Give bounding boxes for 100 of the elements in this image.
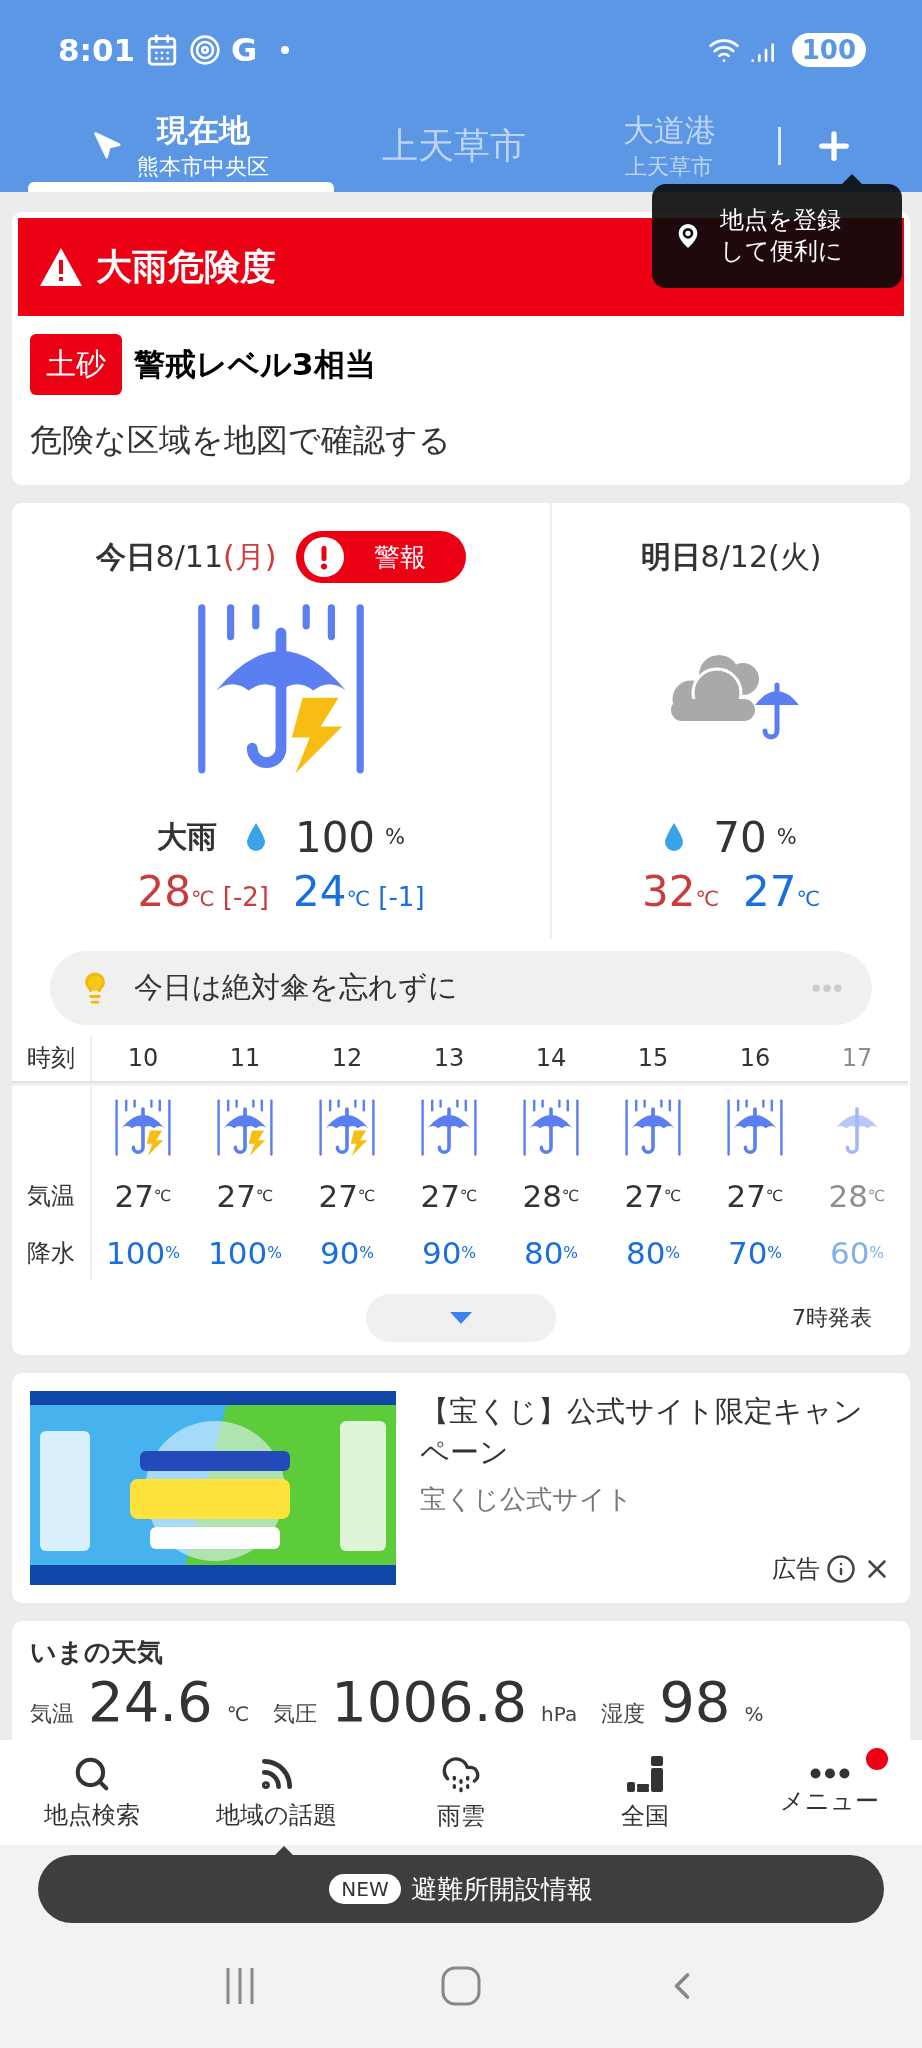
rain-icon <box>421 1099 477 1156</box>
rain-icon <box>319 1099 375 1156</box>
hourly-precip: 60% <box>828 1234 886 1273</box>
hourly-temp: 28℃ <box>521 1177 581 1216</box>
precip-chance: 100 % <box>294 812 406 862</box>
umbrella-icon <box>121 1107 165 1154</box>
recent-apps-icon <box>225 1965 256 2006</box>
low-temp: 27℃ <box>743 867 821 916</box>
hourly-temp: 27℃ <box>317 1177 377 1216</box>
caret-icon <box>450 1312 472 1324</box>
day-date: 今日8/11(月) <box>95 537 277 576</box>
status-time: 8:01 <box>58 32 136 68</box>
rain-icon <box>727 1099 783 1156</box>
high-temp: 32℃ <box>641 867 719 916</box>
umbrella-icon <box>325 1107 369 1154</box>
tip-bar[interactable]: 今日は絶対傘を忘れずに <box>50 951 872 1025</box>
lightning-icon <box>350 1130 368 1156</box>
category-badge: 土砂 <box>30 334 122 395</box>
more-icon <box>812 983 842 993</box>
high-temp: 28℃ [-2] <box>137 867 269 916</box>
hour-label: 13 <box>432 1043 466 1074</box>
precip-chance: 70 % <box>713 812 797 862</box>
hourly-temp: 27℃ <box>419 1177 479 1216</box>
weather-name: 大雨 <box>156 817 217 856</box>
umbrella-icon <box>835 1107 879 1154</box>
blocks-icon <box>625 1753 666 1794</box>
alert-level: 警戒レベル3相当 <box>134 344 376 384</box>
cloud-icon <box>669 655 759 721</box>
reading-unit: ℃ <box>226 1702 250 1727</box>
umbrella-icon <box>755 682 799 740</box>
hour-label: 16 <box>738 1043 772 1074</box>
rain-icon <box>115 1099 171 1156</box>
status-letter: G <box>231 31 258 69</box>
day-date: 明日8/12(火) <box>640 537 822 576</box>
reading-value: 1006.8 <box>331 1674 528 1731</box>
tip-text: 今日は絶対傘を忘れずに <box>134 969 459 1006</box>
row-label: 気温 <box>12 1167 92 1225</box>
issued-time: 7時発表 <box>792 1304 872 1332</box>
hourly-precip: 100% <box>105 1234 181 1273</box>
hourly-temp: 27℃ <box>725 1177 785 1216</box>
lightning-icon <box>248 1130 266 1156</box>
hourly-temp: 27℃ <box>113 1177 173 1216</box>
raindrop-icon <box>665 823 684 851</box>
umbrella-icon <box>216 627 346 768</box>
hour-label: 10 <box>126 1043 160 1074</box>
warning-badge[interactable]: 警報 <box>296 531 467 583</box>
reading-label: 気温 <box>30 1700 74 1729</box>
alert-title: 大雨危険度 <box>96 244 276 289</box>
hourly-temp: 27℃ <box>623 1177 683 1216</box>
warning-icon <box>38 246 84 288</box>
reading-unit: % <box>744 1702 764 1727</box>
row-label: 降水 <box>12 1225 92 1281</box>
map-link[interactable]: 危険な区域を地図で確認する <box>30 419 892 463</box>
reading-value: 24.6 <box>88 1674 213 1731</box>
alert-icon <box>304 537 345 577</box>
ad-card[interactable]: 【宝くじ】公式サイト限定キャンペーン 宝くじ公式サイト 広告 <box>12 1373 910 1603</box>
ad-title[interactable]: 【宝くじ】公式サイト限定キャンペーン <box>420 1391 892 1473</box>
nav-item[interactable]: 地点検索 <box>0 1740 185 1845</box>
hourly-precip: 80% <box>522 1234 580 1273</box>
umbrella-icon <box>529 1107 573 1154</box>
lightning-icon <box>146 1130 164 1156</box>
hourly-precip: 100% <box>207 1234 283 1273</box>
location-arrow-icon <box>93 131 123 161</box>
rain-icon <box>198 604 364 774</box>
target-icon <box>189 34 222 66</box>
reading-unit: hPa <box>541 1702 578 1727</box>
hour-label: 12 <box>330 1043 364 1074</box>
hour-label: 11 <box>228 1043 262 1074</box>
umbrella-icon <box>427 1107 471 1154</box>
rain-icon <box>625 1099 681 1156</box>
rain-icon <box>523 1099 579 1156</box>
more-icon <box>809 1767 850 1780</box>
home-icon <box>441 1965 481 2006</box>
lightning-icon <box>291 697 343 774</box>
new-badge: NEW <box>329 1874 401 1904</box>
info-icon <box>826 1554 856 1584</box>
hourly-precip: 90% <box>420 1234 478 1273</box>
umbrella-icon <box>223 1107 267 1154</box>
nav-item[interactable]: 地域の話題 <box>184 1740 369 1845</box>
ad-label: 広告 <box>772 1554 820 1585</box>
reading-label: 気圧 <box>273 1700 318 1729</box>
hour-label: 15 <box>636 1043 670 1074</box>
ad-source: 宝くじ公式サイト <box>420 1483 634 1517</box>
reading-value: 98 <box>659 1674 731 1731</box>
nav-item[interactable]: 全国 <box>553 1740 738 1845</box>
section-title: いまの天気 <box>30 1637 164 1669</box>
battery-level: 100 <box>791 33 866 67</box>
notification-dot <box>281 46 290 54</box>
rain-icon <box>217 1099 273 1156</box>
hourly-precip: 90% <box>318 1234 376 1273</box>
low-temp: 24℃ [-1] <box>293 867 425 916</box>
hourly-precip: 80% <box>624 1234 682 1273</box>
hourly-temp: 28℃ <box>827 1177 887 1216</box>
banner-text: 避難所開設情報 <box>410 1872 593 1906</box>
nav-item[interactable]: 雨雲 <box>368 1740 554 1845</box>
nav-item[interactable]: メニュー <box>737 1740 922 1845</box>
umbrella-icon <box>631 1107 675 1154</box>
hour-label: 17 <box>840 1043 874 1074</box>
reading-label: 湿度 <box>601 1700 646 1729</box>
tooltip-text: 地点を登録して便利に <box>720 204 844 267</box>
